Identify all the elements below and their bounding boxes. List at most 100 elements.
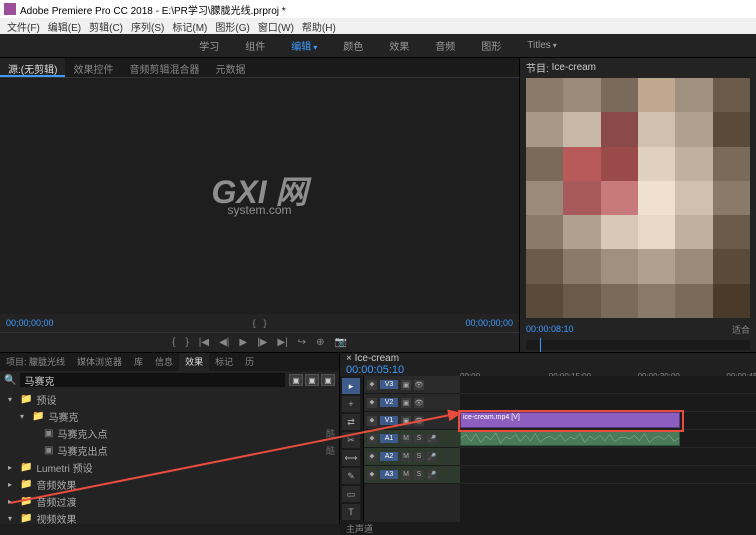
play-btn[interactable]: ▶ xyxy=(239,337,247,348)
tree-label: 预设 xyxy=(36,392,56,407)
pen-tool[interactable]: ✎ xyxy=(342,468,360,484)
type-tool[interactable]: T xyxy=(342,504,360,520)
lane-v3[interactable] xyxy=(460,376,756,394)
playhead-icon[interactable] xyxy=(540,338,541,352)
tree-label: 音频效果 xyxy=(36,477,76,492)
preset-filter-icons: ▣ ▣ ▣ xyxy=(289,374,335,386)
audio-clip[interactable] xyxy=(460,430,680,446)
folder-icon: 📁 xyxy=(20,394,32,405)
menu-window[interactable]: 窗口(W) xyxy=(255,19,297,34)
effects-tabs: 项目: 朦胧光线 媒体浏览器 库 信息 效果 标记 历 xyxy=(0,353,339,371)
tree-item-6[interactable]: ▸📁音频过渡 xyxy=(0,493,339,510)
tab-effect-controls[interactable]: 效果控件 xyxy=(65,58,121,77)
tree-label: 马赛克出点 xyxy=(57,443,107,458)
watermark: GXI 网 system.com xyxy=(211,176,307,216)
go-in-btn[interactable]: |◀ xyxy=(199,337,209,348)
track-a1[interactable]: ⬥A1MS🎤 xyxy=(364,430,460,448)
track-a3[interactable]: ⬥A3MS🎤 xyxy=(364,466,460,484)
export-frame-btn[interactable]: 📷 xyxy=(334,337,346,348)
tree-right-label: 酷 xyxy=(326,427,335,440)
timeline-clips-area[interactable]: ice-cream.mp4 [V] xyxy=(460,376,756,522)
title-bar: Adobe Premiere Pro CC 2018 - E:\PR学习\朦胧光… xyxy=(0,0,756,18)
menu-help[interactable]: 帮助(H) xyxy=(299,19,339,34)
workspace-editing[interactable]: 编辑 xyxy=(287,36,321,55)
go-out-btn[interactable]: ▶| xyxy=(277,337,287,348)
menu-mark[interactable]: 标记(M) xyxy=(169,19,210,34)
lane-v1[interactable]: ice-cream.mp4 [V] xyxy=(460,412,756,430)
tree-item-3[interactable]: ▣ 马赛克出点 酷 xyxy=(0,442,339,459)
tab-effects[interactable]: 效果 xyxy=(179,353,209,371)
tree-label: 马赛克 xyxy=(48,409,78,424)
menu-edit[interactable]: 编辑(E) xyxy=(45,19,84,34)
video-clip[interactable]: ice-cream.mp4 [V] xyxy=(460,412,680,428)
workspace-learn[interactable]: 学习 xyxy=(195,36,223,55)
lane-a1[interactable] xyxy=(460,430,756,448)
step-fwd-btn[interactable]: |▶ xyxy=(257,337,267,348)
lane-a3[interactable] xyxy=(460,466,756,484)
workspace-effects[interactable]: 效果 xyxy=(385,36,413,55)
step-back-btn[interactable]: ◀| xyxy=(219,337,229,348)
program-fit[interactable]: 适合 xyxy=(732,323,750,336)
tab-media-browser[interactable]: 媒体浏览器 xyxy=(71,353,128,371)
track-select-tool[interactable]: + xyxy=(342,396,360,412)
tree-item-4[interactable]: ▸📁Lumetri 预设 xyxy=(0,459,339,476)
hand-tool[interactable]: ▭ xyxy=(342,486,360,502)
effects-tree: ▾📁预设▾📁马赛克▣马赛克入点酷▣马赛克出点酷▸📁Lumetri 预设▸📁音频效… xyxy=(0,389,339,524)
menu-sequence[interactable]: 序列(S) xyxy=(128,19,167,34)
workspace-color[interactable]: 颜色 xyxy=(339,36,367,55)
preset-icon-2[interactable]: ▣ xyxy=(305,374,319,386)
slip-tool[interactable]: ⟷ xyxy=(342,450,360,466)
tree-item-2[interactable]: ▣马赛克入点酷 xyxy=(0,425,339,442)
track-v3[interactable]: ⬥V3▣👁 xyxy=(364,376,460,394)
ripple-tool[interactable]: ⇄ xyxy=(342,414,360,430)
lane-a2[interactable] xyxy=(460,448,756,466)
track-a2[interactable]: ⬥A2MS🎤 xyxy=(364,448,460,466)
tab-project[interactable]: 项目: 朦胧光线 xyxy=(0,353,71,371)
lane-v2[interactable] xyxy=(460,394,756,412)
source-viewer: GXI 网 system.com xyxy=(0,78,519,314)
tab-source[interactable]: 源:(无剪辑) xyxy=(0,58,65,77)
effects-search-row: 🔍 ▣ ▣ ▣ xyxy=(0,371,339,389)
folder-icon: 📁 xyxy=(20,479,32,490)
mark-in-icon[interactable]: { xyxy=(252,318,255,328)
tree-right-label: 酷 xyxy=(326,444,335,457)
tab-metadata[interactable]: 元数据 xyxy=(207,58,253,77)
tab-audio-mixer[interactable]: 音频剪辑混合器 xyxy=(121,58,207,77)
insert-btn[interactable]: ↪ xyxy=(298,337,306,348)
selection-tool[interactable]: ▸ xyxy=(342,378,360,394)
tree-item-7[interactable]: ▾📁视频效果 xyxy=(0,510,339,524)
effect-icon: ▣ xyxy=(44,428,53,439)
preset-icon-1[interactable]: ▣ xyxy=(289,374,303,386)
app-title: Adobe Premiere Pro CC 2018 - E:\PR学习\朦胧光… xyxy=(20,2,286,17)
tree-item-1[interactable]: ▾📁马赛克 xyxy=(0,408,339,425)
mark-out-btn[interactable]: } xyxy=(185,337,188,348)
effects-search-input[interactable] xyxy=(20,373,285,387)
tab-library[interactable]: 库 xyxy=(128,353,149,371)
preset-icon-3[interactable]: ▣ xyxy=(321,374,335,386)
track-v1[interactable]: ⬥V1▣👁 xyxy=(364,412,460,430)
overwrite-btn[interactable]: ⊕ xyxy=(316,337,324,348)
app-icon xyxy=(4,3,16,15)
mark-in-btn[interactable]: { xyxy=(172,337,175,348)
mark-out-icon[interactable]: } xyxy=(264,318,267,328)
tab-markers[interactable]: 标记 xyxy=(209,353,239,371)
menu-file[interactable]: 文件(F) xyxy=(4,19,43,34)
menu-graphics[interactable]: 图形(G) xyxy=(212,19,252,34)
program-tc: 00:00:08:10 xyxy=(526,324,574,334)
workspace-audio[interactable]: 音频 xyxy=(431,36,459,55)
sequence-name[interactable]: × Ice-cream xyxy=(346,353,399,364)
razor-tool[interactable]: ✂ xyxy=(342,432,360,448)
effect-icon: ▣ xyxy=(44,445,53,456)
program-scrubber[interactable] xyxy=(526,340,750,350)
workspace-graphics[interactable]: 图形 xyxy=(477,36,505,55)
source-panel: 源:(无剪辑) 效果控件 音频剪辑混合器 元数据 GXI 网 system.co… xyxy=(0,58,520,352)
tab-history[interactable]: 历 xyxy=(239,353,260,371)
tree-item-0[interactable]: ▾📁预设 xyxy=(0,391,339,408)
tab-info[interactable]: 信息 xyxy=(149,353,179,371)
menu-clip[interactable]: 剪辑(C) xyxy=(86,19,126,34)
track-v2[interactable]: ⬥V2▣👁 xyxy=(364,394,460,412)
workspace-titles[interactable]: Titles xyxy=(523,38,561,53)
tree-item-5[interactable]: ▸📁音频效果 xyxy=(0,476,339,493)
workspace-assembly[interactable]: 组件 xyxy=(241,36,269,55)
program-viewer xyxy=(526,78,750,318)
